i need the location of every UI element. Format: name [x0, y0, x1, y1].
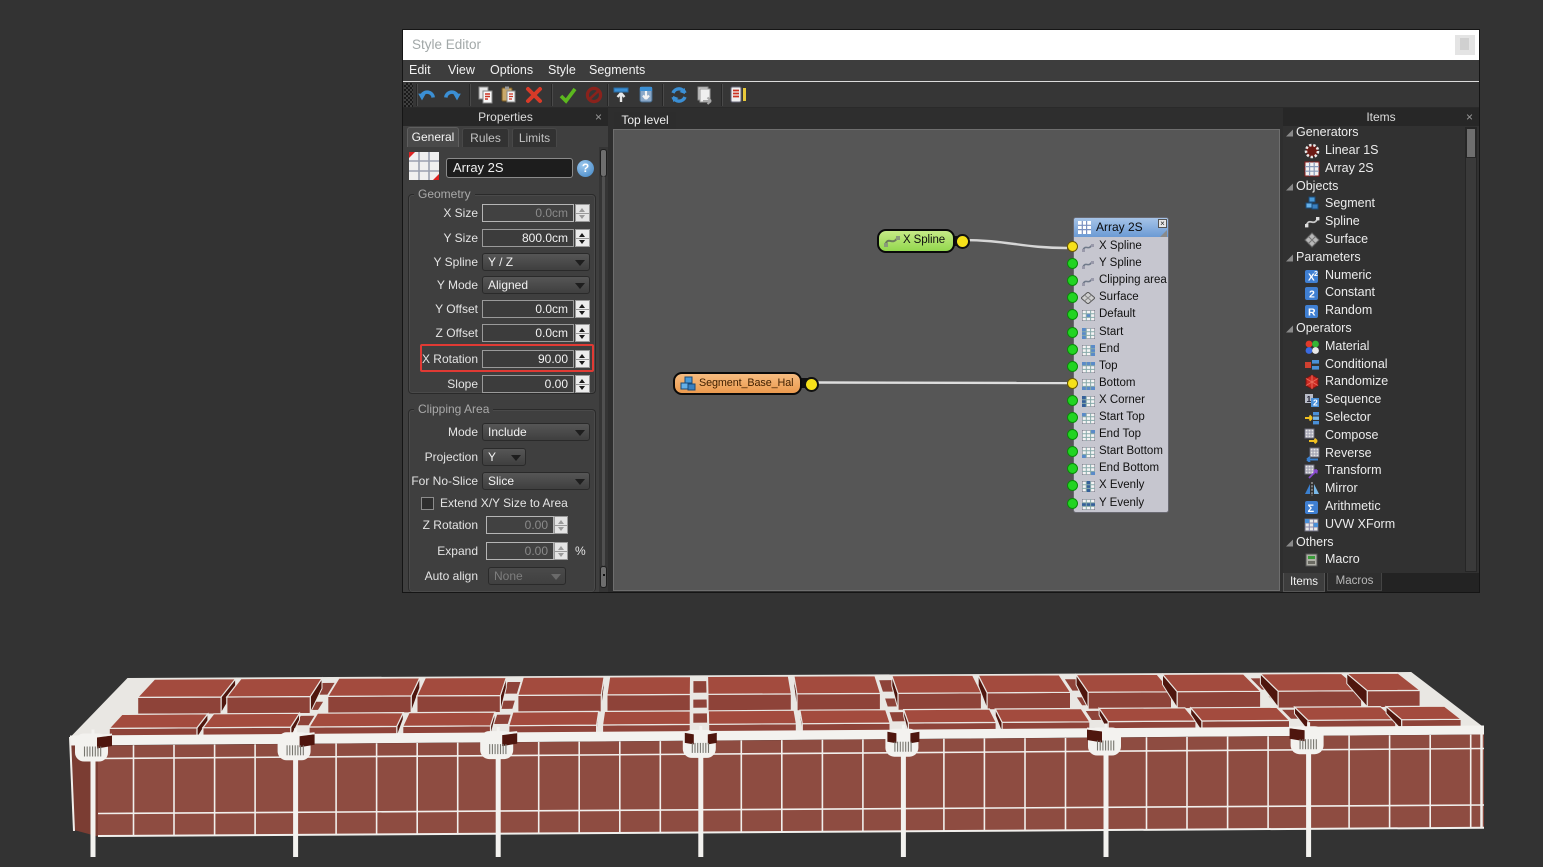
svg-text:R: R: [1308, 307, 1316, 319]
svg-text:Σ: Σ: [1308, 503, 1315, 515]
svg-text:1: 1: [1307, 394, 1312, 404]
svg-text:2: 2: [1313, 398, 1318, 408]
svg-text:2: 2: [1314, 271, 1318, 278]
svg-text:2: 2: [1309, 289, 1315, 301]
